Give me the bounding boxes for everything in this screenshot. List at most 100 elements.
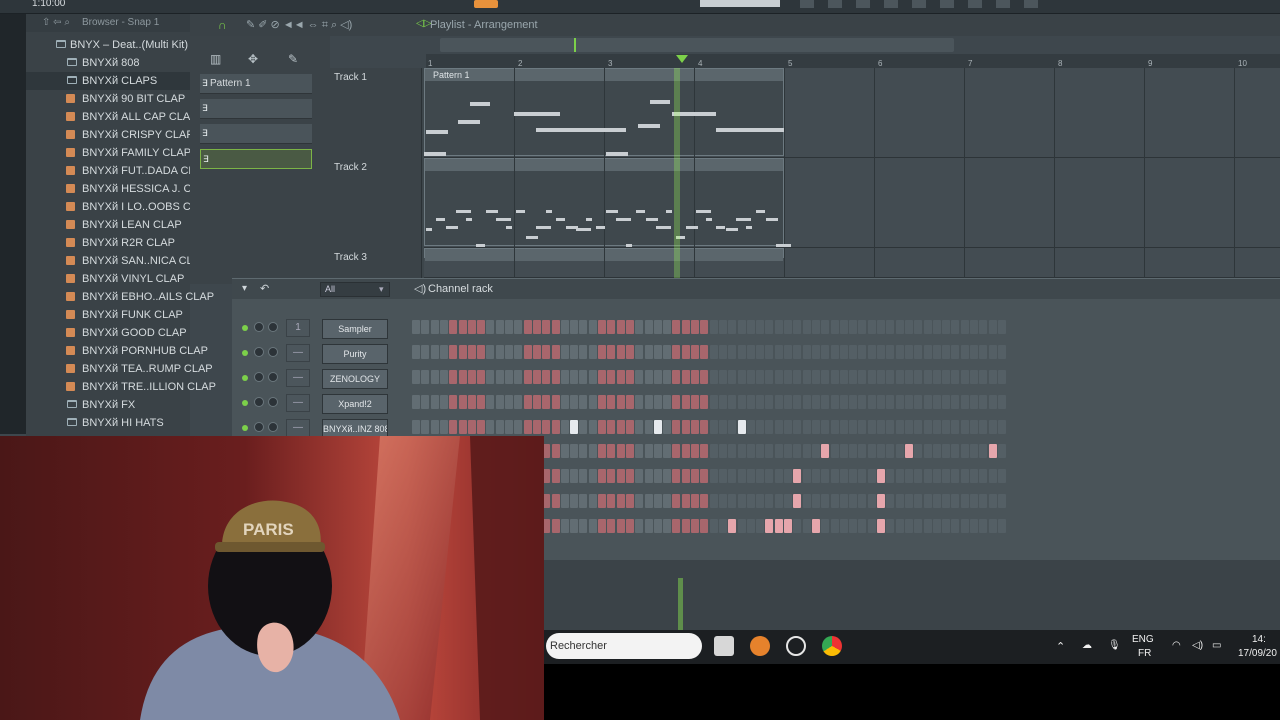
step-pad[interactable]: [830, 494, 839, 508]
step-pad[interactable]: [728, 345, 737, 359]
step-pad[interactable]: [718, 494, 727, 508]
track-row[interactable]: [424, 158, 1280, 248]
playlist-ruler[interactable]: 1 2 3 4 5 6 7 8 9 10: [426, 54, 1280, 68]
step-pad[interactable]: [970, 395, 978, 409]
step-pad[interactable]: [997, 494, 1006, 508]
step-pad[interactable]: [598, 370, 606, 384]
step-pad[interactable]: [421, 370, 430, 384]
midi-note[interactable]: [426, 130, 448, 134]
tray-chevron-icon[interactable]: ⌃: [1056, 640, 1065, 653]
step-pad[interactable]: [560, 519, 569, 533]
step-pad[interactable]: [997, 395, 1006, 409]
step-pad[interactable]: [774, 444, 783, 458]
step-pad[interactable]: [756, 444, 765, 458]
step-pad[interactable]: [709, 519, 718, 533]
step-pad[interactable]: [635, 320, 644, 334]
midi-note[interactable]: [466, 218, 472, 221]
step-pad[interactable]: [877, 395, 885, 409]
step-pad[interactable]: [458, 320, 467, 334]
track-label[interactable]: Track 1: [334, 72, 422, 83]
step-pad[interactable]: [505, 370, 513, 384]
step-pad[interactable]: [514, 345, 523, 359]
step-pad[interactable]: [551, 320, 560, 334]
midi-note[interactable]: [638, 124, 660, 128]
step-pad[interactable]: [718, 320, 727, 334]
transport-record-button[interactable]: [474, 0, 498, 8]
playlist-overview[interactable]: [440, 38, 954, 52]
step-pad[interactable]: [923, 370, 932, 384]
step-pad[interactable]: [784, 469, 792, 483]
step-pad[interactable]: [607, 345, 616, 359]
step-pad[interactable]: [942, 519, 951, 533]
mixer-track-number[interactable]: 1: [286, 319, 310, 337]
step-pad[interactable]: [523, 345, 532, 359]
step-pad[interactable]: [551, 494, 560, 508]
step-pad[interactable]: [867, 494, 876, 508]
step-pad[interactable]: [932, 519, 941, 533]
step-pad[interactable]: [784, 320, 792, 334]
browser-item[interactable]: BNYXй FUNK CLAP: [26, 306, 190, 324]
step-pad[interactable]: [691, 494, 699, 508]
step-pad[interactable]: [625, 494, 634, 508]
step-pad[interactable]: [774, 320, 783, 334]
step-pad[interactable]: [904, 395, 913, 409]
step-pad[interactable]: [737, 395, 746, 409]
step-pad[interactable]: [691, 345, 699, 359]
step-pad[interactable]: [914, 444, 923, 458]
step-pad[interactable]: [588, 420, 597, 434]
step-pad[interactable]: [830, 370, 839, 384]
step-pad[interactable]: [616, 420, 625, 434]
step-pad[interactable]: [542, 345, 551, 359]
step-pad[interactable]: [932, 320, 941, 334]
step-pad[interactable]: [960, 345, 969, 359]
step-pad[interactable]: [793, 395, 802, 409]
step-pad[interactable]: [681, 494, 690, 508]
pattern-item[interactable]: ∃: [200, 124, 312, 144]
rack-undo-icon[interactable]: ↶: [260, 282, 269, 295]
step-pad[interactable]: [979, 494, 988, 508]
browser-item[interactable]: BNYXй LEAN CLAP: [26, 216, 190, 234]
step-pad[interactable]: [570, 444, 579, 458]
midi-note[interactable]: [596, 226, 605, 229]
volume-knob[interactable]: [268, 372, 278, 382]
step-pad[interactable]: [663, 370, 672, 384]
step-pad[interactable]: [700, 469, 709, 483]
step-pad[interactable]: [495, 320, 504, 334]
step-pad[interactable]: [514, 420, 523, 434]
step-pad[interactable]: [551, 420, 560, 434]
step-pad[interactable]: [793, 519, 802, 533]
step-pad[interactable]: [793, 345, 802, 359]
piano-icon[interactable]: ▥: [210, 52, 221, 66]
step-pad[interactable]: [560, 444, 569, 458]
step-pad[interactable]: [877, 370, 885, 384]
step-pad[interactable]: [560, 370, 569, 384]
channel-name-button[interactable]: Purity: [322, 344, 388, 364]
step-pad[interactable]: [625, 519, 634, 533]
step-pad[interactable]: [700, 519, 709, 533]
step-pad[interactable]: [821, 395, 830, 409]
wifi-icon[interactable]: ◠: [1172, 640, 1181, 651]
step-pad[interactable]: [886, 494, 895, 508]
step-pad[interactable]: [932, 444, 941, 458]
browser-item[interactable]: BNYXй R2R CLAP: [26, 234, 190, 252]
step-pad[interactable]: [616, 345, 625, 359]
step-pad[interactable]: [700, 370, 709, 384]
step-pad[interactable]: [598, 519, 606, 533]
step-pad[interactable]: [802, 345, 811, 359]
step-pad[interactable]: [756, 370, 765, 384]
step-pad[interactable]: [728, 519, 737, 533]
midi-note[interactable]: [496, 218, 511, 221]
step-pad[interactable]: [523, 320, 532, 334]
step-pad[interactable]: [970, 444, 978, 458]
step-pad[interactable]: [765, 420, 774, 434]
step-pad[interactable]: [830, 469, 839, 483]
step-pad[interactable]: [663, 345, 672, 359]
step-pad[interactable]: [672, 320, 681, 334]
step-pad[interactable]: [858, 345, 867, 359]
step-pad[interactable]: [802, 420, 811, 434]
step-pad[interactable]: [691, 444, 699, 458]
step-pad[interactable]: [970, 494, 978, 508]
midi-note[interactable]: [776, 244, 791, 247]
step-pad[interactable]: [412, 345, 420, 359]
step-pad[interactable]: [895, 395, 904, 409]
